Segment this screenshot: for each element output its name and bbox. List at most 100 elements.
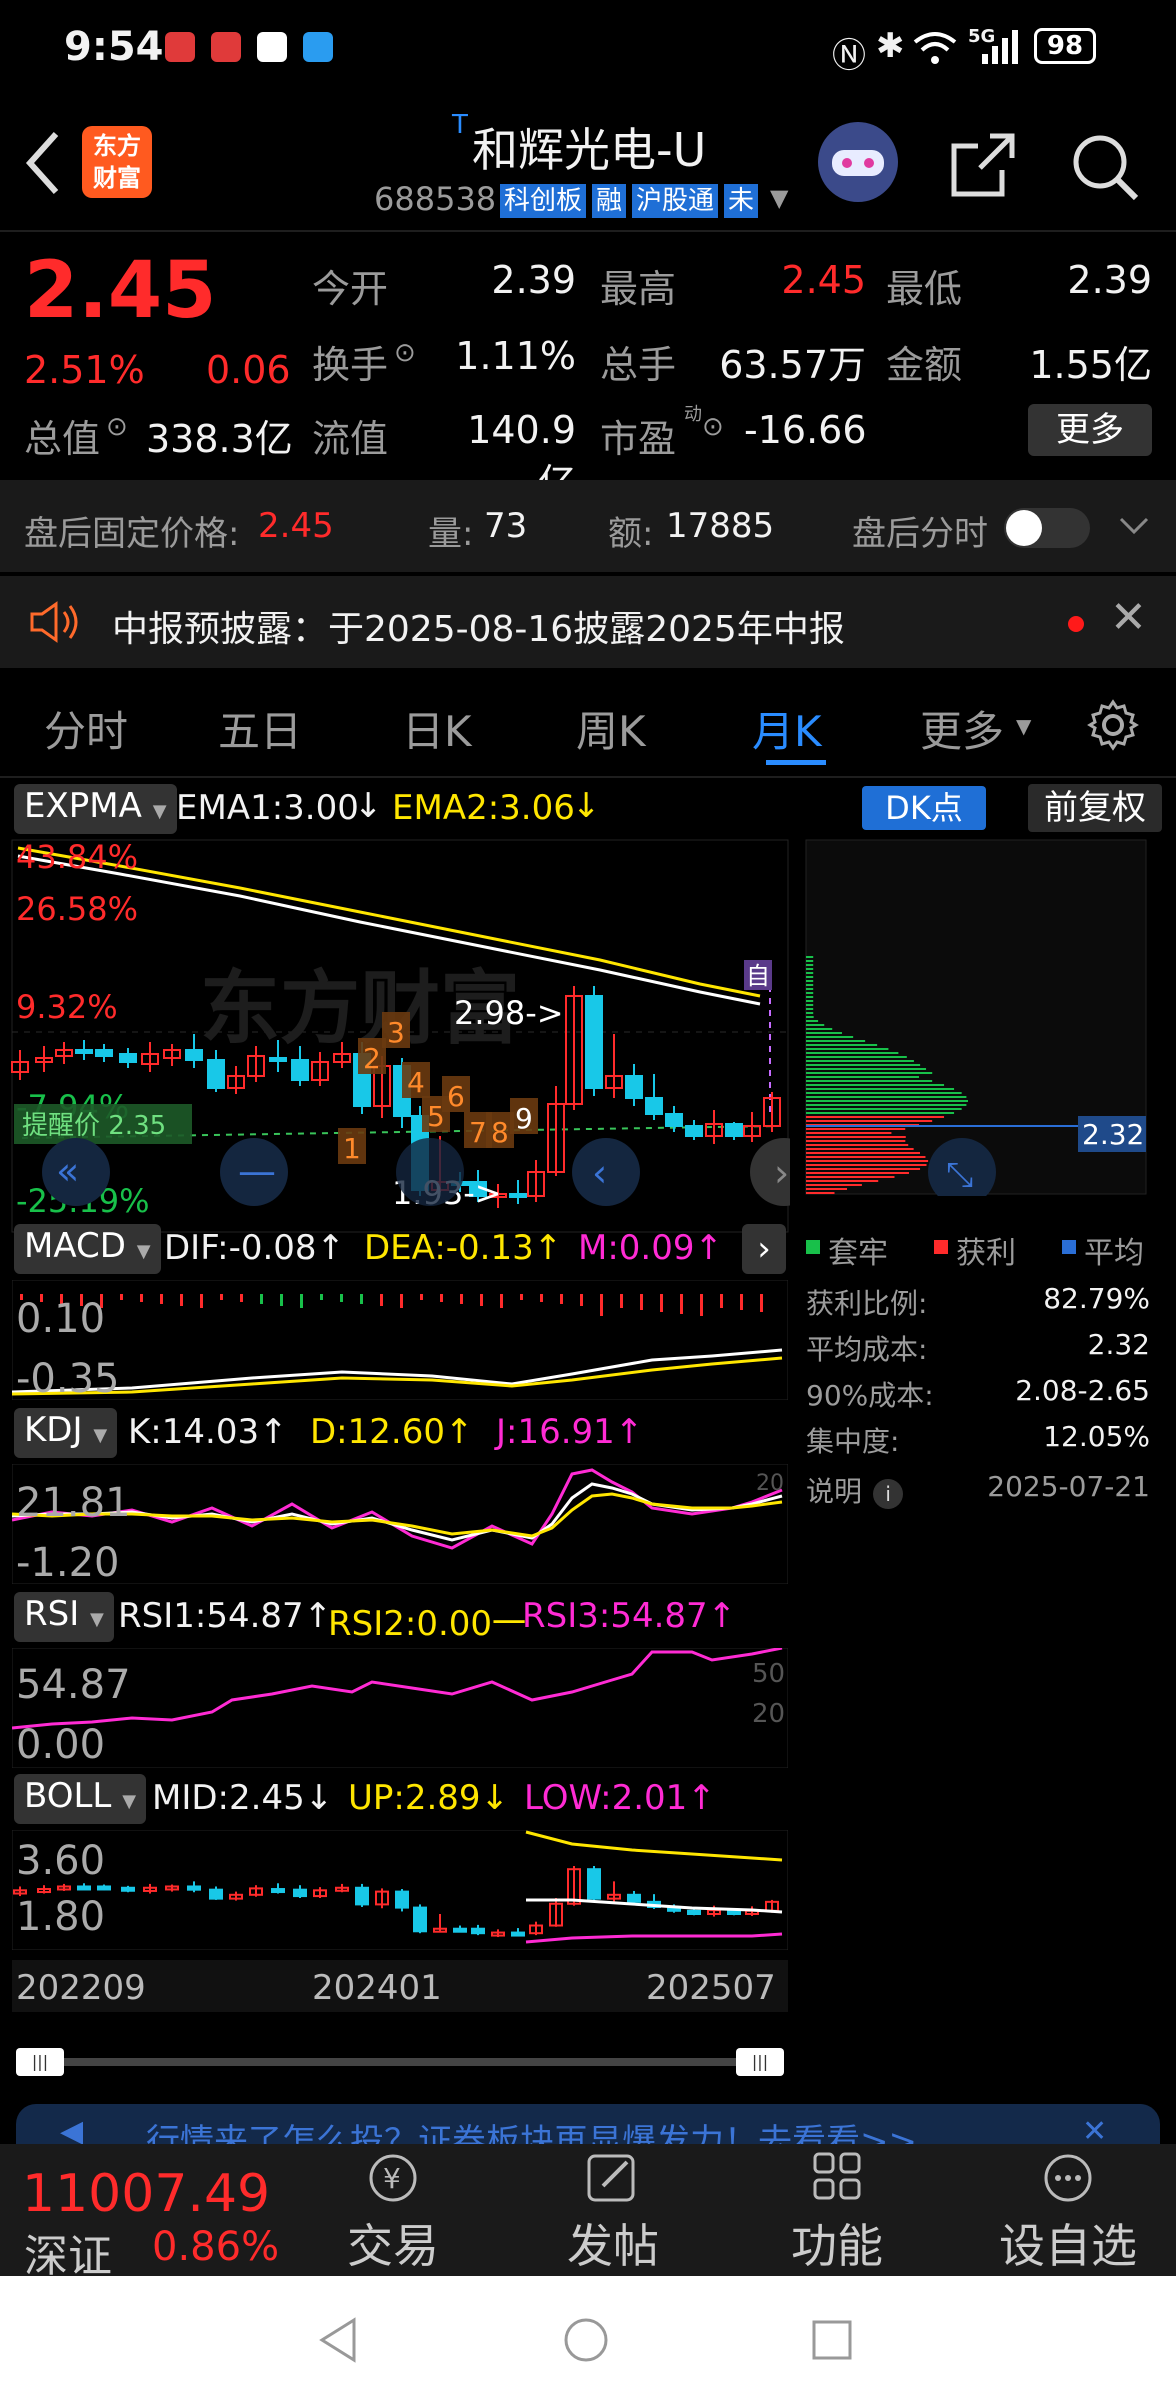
kdj-d: D:12.60↑ [310, 1412, 474, 1452]
boll-candle-body [627, 1893, 641, 1903]
legend-swatch-avg [1062, 1240, 1076, 1254]
macd-indicator-dropdown[interactable]: MACD ▼ [14, 1224, 161, 1274]
boll-candle-body [121, 1886, 135, 1892]
logo-line1: 东方 [93, 132, 141, 160]
chip-stats: 获利比例: 82.79% 平均成本: 2.32 90%成本: 2.08-2.65 集中… [806, 1282, 1150, 1516]
after-hours-vol: 73 [484, 506, 528, 546]
chip-bar [806, 1080, 933, 1082]
nav-home-icon[interactable] [562, 2316, 610, 2364]
app-notification-icon [303, 32, 333, 62]
macd-dif: DIF:-0.08↑ [164, 1228, 346, 1268]
grid-icon [813, 2152, 861, 2200]
chip-bar [806, 1156, 926, 1158]
chip-bar [806, 1108, 962, 1110]
app-notification-icon [257, 32, 287, 62]
add-watchlist-button[interactable]: 设自选 [976, 2150, 1160, 2274]
boll-chart: 3.60 1.80 [12, 1830, 788, 1950]
range-slider[interactable]: ||| ||| [16, 2048, 784, 2076]
header: 东方 财富 T 和辉光电-U 688538 科创板融沪股通未 ▼ [0, 100, 1176, 230]
close-icon[interactable]: ✕ [1110, 592, 1147, 643]
amount-label: 金额 [886, 343, 963, 387]
chip-legend: 套牢 获利 平均 [806, 1228, 1156, 1271]
nav-back-icon[interactable] [316, 2316, 360, 2364]
open-value: 2.39 [491, 258, 576, 302]
chevron-down-icon[interactable] [1118, 516, 1150, 536]
stat-row: 集中度: 12.05% [806, 1420, 1150, 1466]
functions-button[interactable]: 功能 [772, 2150, 902, 2274]
gear-icon[interactable] [1086, 698, 1140, 752]
main-chart-legend: EXPMA ▼ EMA1:3.00 ↓ EMA2:3.06 ↓ DK点 前复权 [0, 784, 1176, 834]
share-icon[interactable] [950, 132, 1016, 198]
macd-bar [220, 1294, 223, 1300]
stock-tags: 科创板融沪股通未 [500, 180, 764, 220]
chip-distribution-chart: 2.32 ⤡ [805, 839, 1147, 1196]
float-value-label: 流值 [312, 417, 389, 461]
after-hours-amt: 17885 [666, 506, 775, 546]
macd-bar [540, 1294, 543, 1302]
expma-indicator-dropdown[interactable]: EXPMA ▼ [14, 784, 177, 834]
turnover-info-icon[interactable]: ⊙ [394, 338, 416, 368]
rsi-ref-50: 50 [752, 1659, 785, 1689]
banner-close-icon[interactable]: ✕ [1082, 2114, 1107, 2144]
chip-bar [806, 1060, 914, 1062]
promo-banner[interactable]: ◀ 行情来了怎么投？证券板块再显爆发力！去看看>> ✕ [16, 2104, 1160, 2144]
rsi-indicator-dropdown[interactable]: RSI ▼ [14, 1592, 114, 1642]
tag-margin: 融 [592, 184, 627, 218]
system-nav-bar [0, 2276, 1176, 2400]
ema1-value: EMA1:3.00 [176, 788, 359, 828]
search-icon[interactable] [1070, 132, 1140, 202]
macd-bar [120, 1294, 123, 1300]
tab-day-k[interactable]: 日K [402, 698, 472, 759]
tags-dropdown-icon[interactable]: ▼ [770, 184, 788, 212]
chip-bar [806, 1064, 921, 1066]
tab-more[interactable]: 更多 [920, 698, 1004, 759]
pe-info-icon[interactable]: ⊙ [702, 412, 724, 442]
tab-month-k[interactable]: 月K [752, 698, 822, 759]
boll-mid: MID:2.45↓ [152, 1778, 334, 1818]
back-icon[interactable] [24, 130, 64, 196]
boll-indicator-dropdown[interactable]: BOLL ▼ [14, 1774, 147, 1824]
notice-bar[interactable]: 中报预披露：于2025-08-16披露2025年中报 ✕ [0, 576, 1176, 668]
post-button[interactable]: 发帖 [548, 2150, 678, 2274]
x-label-2: 202401 [312, 1968, 442, 2008]
tag-star-market: 科创板 [500, 184, 587, 218]
macd-bar [300, 1294, 303, 1308]
tab-week-k[interactable]: 周K [576, 698, 646, 759]
legend-profit: 获利 [956, 1236, 1016, 1271]
chip-bar [806, 1004, 814, 1006]
sequence-number: 4 [407, 1066, 425, 1099]
more-button[interactable]: 更多 [1028, 404, 1152, 456]
expma-label: EXPMA [24, 786, 142, 826]
kline-chart[interactable]: 东方财富 123456789 43.84% 26.58% 9.32% -7.94… [0, 836, 790, 1236]
stat-value: 12.05% [1043, 1420, 1150, 1453]
after-hours-timeshare-label: 盘后分时 [852, 514, 988, 554]
range-handle-right[interactable]: ||| [736, 2048, 784, 2076]
chip-date: 2025-07-21 [987, 1470, 1150, 1503]
index-value[interactable]: 11007.49 [22, 2164, 270, 2224]
kdj-j: J:16.91↑ [496, 1412, 644, 1452]
nav-recents-icon[interactable] [810, 2318, 854, 2362]
app-notification-icon [165, 32, 195, 62]
chip-bar [806, 984, 814, 986]
macd-bar [460, 1294, 463, 1304]
total-value-info-icon[interactable]: ⊙ [106, 412, 128, 442]
chip-note-label[interactable]: 说明 [806, 1475, 862, 1508]
after-hours-toggle[interactable] [1004, 508, 1090, 548]
status-time: 9:54 [64, 24, 164, 70]
robot-assistant-icon[interactable] [818, 122, 898, 202]
macd-bar [660, 1294, 663, 1312]
total-value-label: 总值 [24, 417, 101, 461]
info-icon[interactable]: i [873, 1479, 904, 1509]
macd-bar [240, 1294, 243, 1302]
tab-five-day[interactable]: 五日 [218, 698, 302, 759]
range-handle-left[interactable]: ||| [16, 2048, 64, 2076]
dk-point-button[interactable]: DK点 [862, 786, 986, 830]
battery-icon: 98 [1034, 28, 1096, 64]
indicator-next-button[interactable]: › [742, 1224, 786, 1274]
tab-timeshare[interactable]: 分时 [44, 698, 128, 759]
kdj-indicator-dropdown[interactable]: KDJ ▼ [14, 1408, 118, 1458]
chip-bar [806, 1072, 933, 1074]
adjust-button[interactable]: 前复权 [1028, 784, 1162, 832]
zoom-in-button[interactable] [396, 1138, 464, 1206]
trade-button[interactable]: ¥ 交易 [328, 2150, 458, 2274]
